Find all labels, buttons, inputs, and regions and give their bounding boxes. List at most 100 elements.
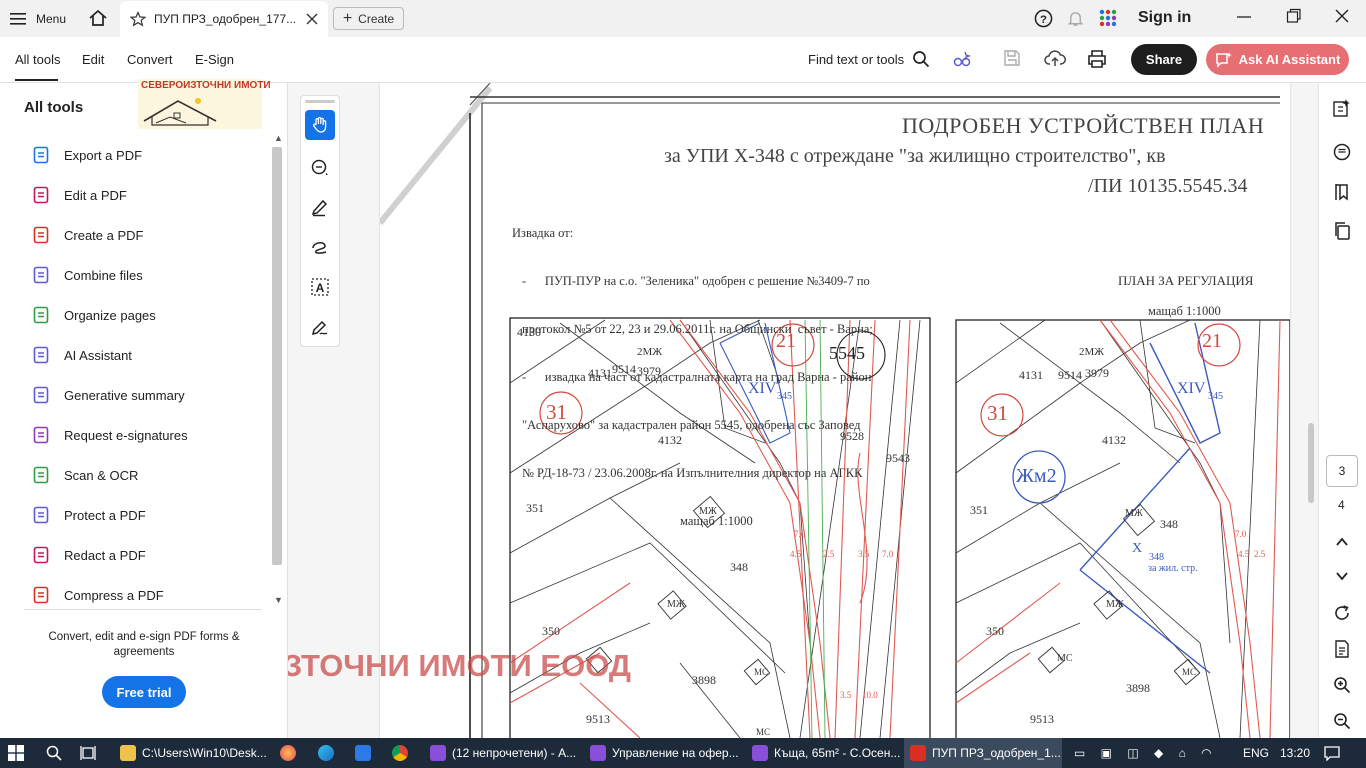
plan-label: ПЛАН ЗА РЕГУЛАЦИЯ bbox=[1118, 273, 1254, 288]
ask-ai-button[interactable]: Ask AI Assistant bbox=[1206, 44, 1349, 75]
tool-label: Organize pages bbox=[64, 307, 156, 323]
taskbar-offers-label: Управление на офер... bbox=[612, 746, 739, 760]
menu-button[interactable]: Menu bbox=[10, 8, 66, 30]
tool-item[interactable]: AI Assistant bbox=[32, 343, 132, 367]
notifications-button[interactable] bbox=[1066, 9, 1086, 29]
watermark: СЕВЕРОИЗТОЧНИ ИМОТИ ЕООД bbox=[288, 648, 631, 683]
tool-item[interactable]: Combine files bbox=[32, 263, 143, 287]
home-button[interactable] bbox=[88, 8, 110, 30]
bookmarks-rail-button[interactable] bbox=[1330, 180, 1354, 204]
tool-item[interactable]: Redact a PDF bbox=[32, 543, 146, 567]
tool-item[interactable]: Scan & OCR bbox=[32, 463, 138, 487]
taskbar-listing[interactable]: Къща, 65m² - С.Осен... bbox=[746, 738, 900, 768]
next-page-button[interactable] bbox=[1330, 564, 1354, 588]
map-label: 10.0 bbox=[862, 690, 878, 700]
create-button[interactable]: + Create bbox=[333, 7, 404, 30]
tools-scrollbar[interactable]: ▲ ▼ bbox=[270, 131, 286, 611]
map-label: 7.0 bbox=[882, 549, 894, 559]
tool-item[interactable]: Organize pages bbox=[32, 303, 156, 327]
document-tab[interactable]: ПУП ПРЗ_одобрен_177... bbox=[120, 1, 328, 37]
tool-item[interactable]: Compress a PDF bbox=[32, 583, 164, 607]
signature-icon bbox=[311, 320, 328, 336]
sign-tool-button[interactable] bbox=[305, 312, 335, 342]
tool-label: Scan & OCR bbox=[64, 467, 139, 483]
apps-button[interactable] bbox=[1099, 9, 1119, 29]
page-next[interactable]: 4 bbox=[1338, 498, 1345, 512]
notification-center-button[interactable] bbox=[1324, 738, 1344, 768]
map-label: 7.0 bbox=[1235, 529, 1247, 539]
tab-title: ПУП ПРЗ_одобрен_177... bbox=[154, 12, 297, 26]
tool-label: Protect a PDF bbox=[64, 507, 146, 523]
search-taskbar-button[interactable] bbox=[46, 738, 66, 768]
print-button[interactable] bbox=[1087, 49, 1109, 69]
taskbar-offers[interactable]: Управление на офер... bbox=[584, 738, 740, 768]
share-button[interactable]: Share bbox=[1131, 44, 1197, 75]
sign-in-button[interactable]: Sign in bbox=[1138, 9, 1191, 27]
close-tab-icon[interactable] bbox=[306, 13, 318, 25]
save-button[interactable] bbox=[1003, 49, 1023, 69]
tab-convert[interactable]: Convert bbox=[127, 52, 173, 67]
tool-item[interactable]: Edit a PDF bbox=[32, 183, 127, 207]
apps-grid-icon bbox=[1099, 9, 1117, 27]
comments-rail-button[interactable] bbox=[1330, 140, 1354, 164]
pages-rail-button[interactable] bbox=[1330, 219, 1354, 243]
tool-item[interactable]: Export a PDF bbox=[32, 143, 142, 167]
zoom-in-button[interactable] bbox=[1330, 673, 1354, 697]
taskbar-app[interactable] bbox=[355, 738, 377, 768]
hand-icon bbox=[313, 117, 327, 133]
find-tools-button[interactable]: Find text or tools bbox=[808, 50, 930, 68]
hand-tool-button[interactable] bbox=[305, 110, 335, 140]
scroll-up-arrow[interactable]: ▲ bbox=[274, 133, 283, 143]
tool-item[interactable]: Create a PDF bbox=[32, 223, 143, 247]
tab-edit[interactable]: Edit bbox=[82, 52, 104, 67]
rotate-button[interactable] bbox=[1330, 601, 1354, 625]
close-window-button[interactable] bbox=[1334, 8, 1352, 26]
highlight-tool-button[interactable] bbox=[305, 192, 335, 222]
taskbar-acrobat[interactable]: ПУП ПРЗ_одобрен_1... bbox=[904, 738, 1062, 768]
tab-e-sign[interactable]: E-Sign bbox=[195, 52, 234, 67]
maximize-button[interactable] bbox=[1286, 8, 1304, 26]
zoom-out-button[interactable] bbox=[1330, 709, 1354, 733]
map-label: 3.5 bbox=[840, 690, 852, 700]
tab-all-tools[interactable]: All tools bbox=[15, 52, 61, 81]
help-button[interactable]: ? bbox=[1034, 9, 1054, 29]
system-tray[interactable]: ▭ ▣ ◫ ◆ ⌂ ◠ ◀ bbox=[1074, 738, 1224, 768]
scroll-down-arrow[interactable]: ▼ bbox=[274, 595, 283, 605]
taskbar-firefox[interactable] bbox=[280, 738, 302, 768]
edit-pdf-rail-button[interactable] bbox=[1330, 96, 1354, 120]
minimize-button[interactable] bbox=[1236, 8, 1254, 26]
task-view-button[interactable] bbox=[80, 738, 100, 768]
language-indicator[interactable]: ENG bbox=[1243, 738, 1269, 768]
copy-pages-icon bbox=[1335, 222, 1350, 240]
tool-item[interactable]: Protect a PDF bbox=[32, 503, 146, 527]
document-viewer[interactable]: ПОДРОБЕН УСТРОЙСТВЕН ПЛАН за УПИ Х-348 с… bbox=[288, 83, 1318, 738]
map-label: МЖ bbox=[699, 506, 717, 517]
previous-page-button[interactable] bbox=[1330, 530, 1354, 554]
tool-label: AI Assistant bbox=[64, 347, 132, 363]
scroll-thumb[interactable] bbox=[272, 147, 282, 565]
draw-tool-button[interactable] bbox=[305, 232, 335, 262]
taskbar-explorer[interactable]: C:\Users\Win10\Desk... bbox=[114, 738, 272, 768]
page-current-box[interactable]: 3 bbox=[1326, 455, 1358, 487]
doc-title-3: /ПИ 10135.5545.34 bbox=[1088, 175, 1248, 197]
ask-ai-label: Ask AI Assistant bbox=[1238, 52, 1341, 67]
upload-button[interactable] bbox=[1044, 49, 1066, 69]
comment-tool-button[interactable] bbox=[305, 153, 335, 183]
palette-grip[interactable] bbox=[305, 100, 335, 103]
tool-item[interactable]: Request e-signatures bbox=[32, 423, 188, 447]
ai-tools-button[interactable] bbox=[952, 49, 974, 71]
rotate-icon bbox=[1335, 605, 1349, 620]
document-scrollbar-thumb[interactable] bbox=[1308, 423, 1314, 503]
taskbar-mail[interactable]: (12 непрочетени) - А... bbox=[424, 738, 578, 768]
tool-item[interactable]: Generative summary bbox=[32, 383, 185, 407]
taskbar-edge[interactable] bbox=[318, 738, 340, 768]
star-icon[interactable] bbox=[130, 11, 146, 27]
map-label: XIV bbox=[1177, 380, 1206, 397]
free-trial-button[interactable]: Free trial bbox=[102, 676, 186, 708]
text-tool-button[interactable]: A bbox=[305, 272, 335, 302]
chevron-down-icon bbox=[1336, 572, 1348, 581]
clock[interactable]: 13:20 bbox=[1280, 738, 1310, 768]
start-button[interactable] bbox=[8, 738, 32, 768]
taskbar-chrome[interactable] bbox=[392, 738, 414, 768]
page-layout-button[interactable] bbox=[1330, 637, 1354, 661]
